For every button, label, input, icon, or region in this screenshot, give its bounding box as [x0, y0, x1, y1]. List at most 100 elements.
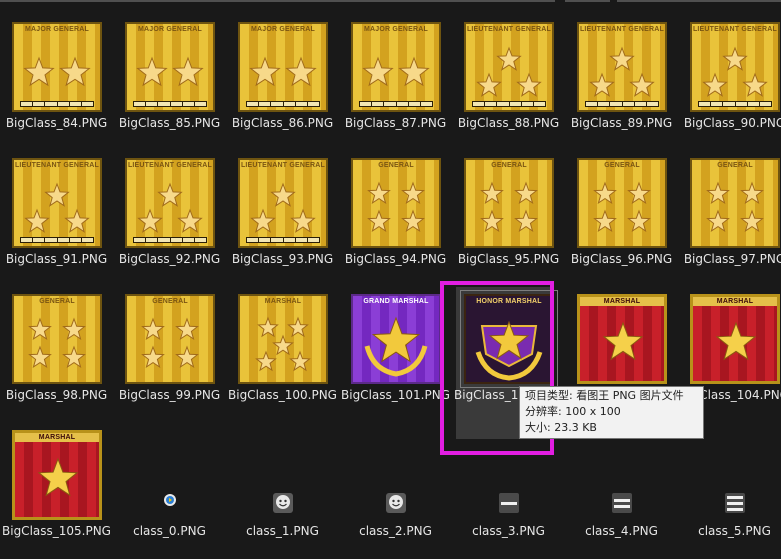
- file-name-label: BigClass_105.PNG: [2, 524, 111, 538]
- rank-badge-image: MAJOR GENERAL: [125, 22, 215, 112]
- file-thumbnail[interactable]: LIEUTENANT GENERAL: [12, 158, 102, 248]
- rank-stars-icon: [480, 181, 538, 233]
- tooltip-type: 项目类型: 看图王 PNG 图片文件: [525, 389, 684, 402]
- file-thumbnail[interactable]: GENERAL: [12, 294, 102, 384]
- rank-badge-image: MARSHAL: [12, 430, 102, 520]
- file-thumbnail[interactable]: GRAND MARSHAL: [351, 294, 441, 384]
- rank-badge-image: HONOR MARSHAL: [460, 290, 558, 388]
- rank-progress-bar: [585, 101, 659, 107]
- rank-stars-icon: [250, 182, 316, 233]
- rank-badge-image: MARSHAL: [577, 294, 667, 384]
- rank-stars-icon: [715, 321, 757, 361]
- file-thumbnail[interactable]: GENERAL: [464, 158, 554, 248]
- rank-progress-bar: [133, 237, 207, 243]
- smiley-face-icon: [272, 493, 293, 513]
- file-thumbnail[interactable]: LIEUTENANT GENERAL: [464, 22, 554, 112]
- rank-badge-image: GENERAL: [464, 158, 554, 248]
- file-name-label: BigClass_97.PNG: [683, 252, 781, 266]
- file-name-label: BigClass_86.PNG: [231, 116, 334, 130]
- rank-stars-icon: [362, 56, 430, 87]
- rank-stars-icon: [476, 46, 542, 97]
- file-name-label: BigClass_101.PNG: [341, 388, 450, 402]
- play-badge-icon: [163, 494, 176, 506]
- rank-stars-icon: [24, 182, 90, 233]
- rank-stars-icon: [255, 316, 311, 372]
- rank-badge-image: MAJOR GENERAL: [238, 22, 328, 112]
- rank-stars-icon: [475, 320, 543, 381]
- double-bar-icon: [611, 493, 632, 513]
- file-name-label: BigClass_98.PNG: [5, 388, 108, 402]
- rank-badge-image: LIEUTENANT GENERAL: [464, 22, 554, 112]
- file-name-label: BigClass_95.PNG: [457, 252, 560, 266]
- file-name-label: BigClass_99.PNG: [118, 388, 221, 402]
- rank-badge-image: LIEUTENANT GENERAL: [577, 22, 667, 112]
- file-name-label: BigClass_100.PNG: [228, 388, 337, 402]
- file-thumbnail[interactable]: MAJOR GENERAL: [351, 22, 441, 112]
- file-thumbnail[interactable]: GENERAL: [690, 158, 780, 248]
- triple-bar-icon: [724, 493, 745, 513]
- file-name-label: BigClass_85.PNG: [118, 116, 221, 130]
- file-thumbnail[interactable]: MARSHAL: [577, 294, 667, 384]
- rank-badge-image: GRAND MARSHAL: [351, 294, 441, 384]
- file-name-label: class_3.PNG: [472, 524, 545, 538]
- file-thumbnail[interactable]: LIEUTENANT GENERAL: [577, 22, 667, 112]
- file-name-label: class_4.PNG: [585, 524, 658, 538]
- file-thumbnail[interactable]: LIEUTENANT GENERAL: [125, 158, 215, 248]
- file-info-tooltip: 项目类型: 看图王 PNG 图片文件 分辨率: 100 x 100 大小: 23…: [519, 386, 704, 439]
- file-thumbnail[interactable]: [452, 492, 565, 514]
- file-name-label: class_1.PNG: [246, 524, 319, 538]
- tooltip-size: 大小: 23.3 KB: [525, 421, 597, 434]
- rank-stars-icon: [136, 56, 204, 87]
- rank-badge-image: MAJOR GENERAL: [351, 22, 441, 112]
- file-name-label: class_5.PNG: [698, 524, 771, 538]
- file-thumbnail[interactable]: [678, 492, 781, 514]
- file-thumbnail[interactable]: HONOR MARSHAL: [460, 290, 558, 388]
- file-name-label: class_0.PNG: [133, 524, 206, 538]
- rank-badge-image: GENERAL: [690, 158, 780, 248]
- rank-stars-icon: [249, 56, 317, 87]
- file-thumbnail[interactable]: MARSHAL: [12, 430, 102, 520]
- rank-badge-image: LIEUTENANT GENERAL: [690, 22, 780, 112]
- rank-badge-image: LIEUTENANT GENERAL: [238, 158, 328, 248]
- file-thumbnail[interactable]: [226, 492, 339, 514]
- file-thumbnail[interactable]: MARSHAL: [690, 294, 780, 384]
- rank-progress-bar: [698, 101, 772, 107]
- file-name-label: BigClass_88.PNG: [457, 116, 560, 130]
- rank-badge-image: MAJOR GENERAL: [12, 22, 102, 112]
- file-thumbnail[interactable]: MARSHAL: [238, 294, 328, 384]
- rank-badge-image: GENERAL: [351, 158, 441, 248]
- rank-badge-image: LIEUTENANT GENERAL: [12, 158, 102, 248]
- rank-badge-image: MARSHAL: [690, 294, 780, 384]
- file-name-label: BigClass_91.PNG: [5, 252, 108, 266]
- file-name-label: BigClass_90.PNG: [683, 116, 781, 130]
- single-bar-icon: [498, 493, 519, 513]
- file-thumbnail[interactable]: GENERAL: [577, 158, 667, 248]
- file-name-label: BigClass_87.PNG: [344, 116, 447, 130]
- file-grid: MAJOR GENERAL BigClass_84.PNG MAJOR GENERA…: [0, 0, 781, 559]
- file-thumbnail[interactable]: [565, 492, 678, 514]
- file-thumbnail[interactable]: LIEUTENANT GENERAL: [238, 158, 328, 248]
- file-thumbnail[interactable]: GENERAL: [125, 294, 215, 384]
- file-thumbnail[interactable]: MAJOR GENERAL: [12, 22, 102, 112]
- rank-progress-bar: [20, 237, 94, 243]
- file-name-label: BigClass_93.PNG: [231, 252, 334, 266]
- rank-progress-bar: [246, 237, 320, 243]
- file-thumbnail[interactable]: [339, 492, 452, 514]
- rank-badge-image: GENERAL: [577, 158, 667, 248]
- file-thumbnail[interactable]: MAJOR GENERAL: [125, 22, 215, 112]
- rank-stars-icon: [23, 56, 91, 87]
- rank-stars-icon: [593, 181, 651, 233]
- file-thumbnail[interactable]: GENERAL: [351, 158, 441, 248]
- file-name-label: BigClass_92.PNG: [118, 252, 221, 266]
- rank-badge-image: MARSHAL: [238, 294, 328, 384]
- file-thumbnail[interactable]: LIEUTENANT GENERAL: [690, 22, 780, 112]
- rank-badge-image: GENERAL: [125, 294, 215, 384]
- rank-stars-icon: [706, 181, 764, 233]
- rank-stars-icon: [367, 181, 425, 233]
- rank-progress-bar: [472, 101, 546, 107]
- file-thumbnail[interactable]: MAJOR GENERAL: [238, 22, 328, 112]
- rank-progress-bar: [359, 101, 433, 107]
- rank-stars-icon: [28, 317, 86, 369]
- file-thumbnail[interactable]: [113, 492, 226, 514]
- rank-stars-icon: [364, 316, 428, 377]
